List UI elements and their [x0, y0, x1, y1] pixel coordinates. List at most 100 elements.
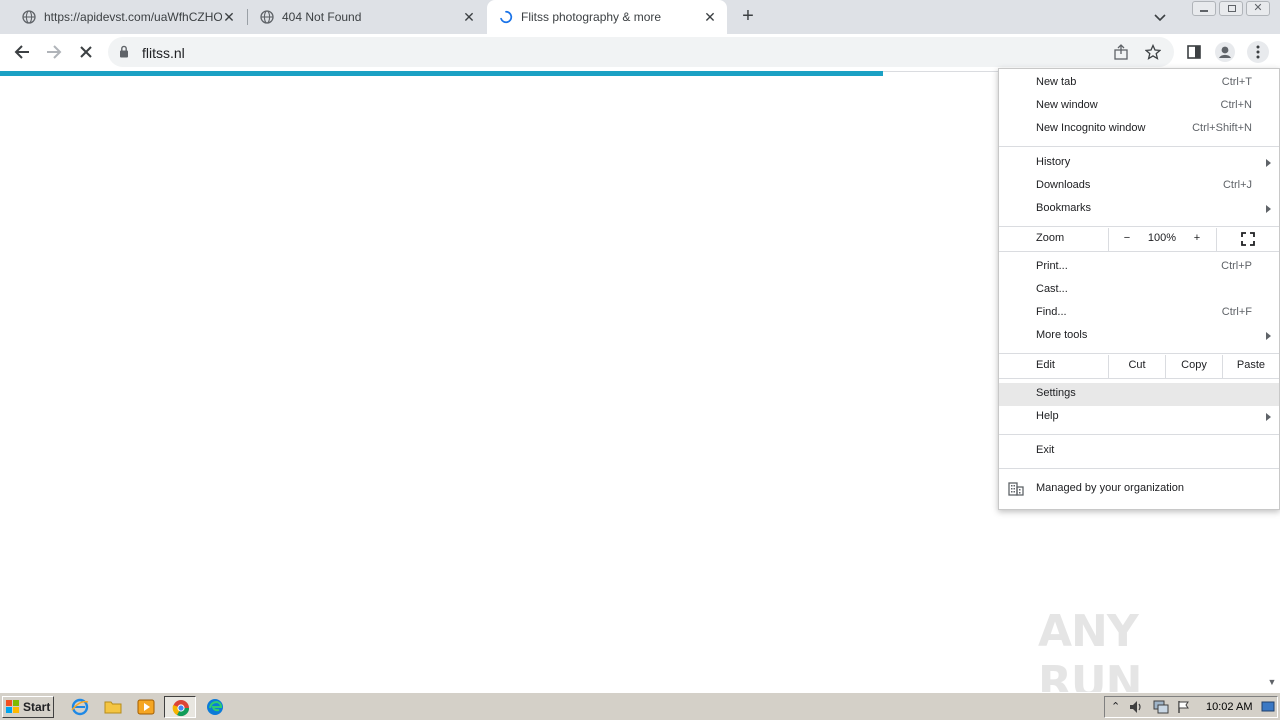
- menu-item-history[interactable]: History: [999, 152, 1279, 175]
- zoom-in-button[interactable]: +: [1187, 232, 1207, 244]
- tab-title: 404 Not Found: [282, 10, 362, 24]
- tab-404[interactable]: 404 Not Found ✕: [248, 0, 486, 34]
- menu-item-bookmarks[interactable]: Bookmarks: [999, 198, 1279, 221]
- menu-item-new-tab[interactable]: New tab Ctrl+T: [999, 72, 1279, 95]
- edit-label: Edit: [1036, 359, 1055, 371]
- network-icon[interactable]: [1153, 700, 1169, 717]
- close-tab-icon[interactable]: ✕: [462, 10, 476, 24]
- menu-row-zoom: Zoom − 100% +: [999, 228, 1279, 251]
- close-icon: [80, 46, 92, 58]
- show-hidden-icons-icon[interactable]: ⌃: [1111, 700, 1120, 713]
- browser-window: https://apidevst.com/uaWfhCZHOIP ✕ 404 N…: [0, 0, 1280, 708]
- menu-item-find[interactable]: Find... Ctrl+F: [999, 302, 1279, 325]
- browser-toolbar: flitss.nl: [0, 34, 1280, 71]
- restore-button[interactable]: [1219, 1, 1243, 16]
- menu-vertical-divider: [1216, 228, 1217, 251]
- menu-shortcut: Ctrl+J: [1222, 179, 1252, 191]
- menu-shortcut: Ctrl+P: [1221, 260, 1252, 272]
- chevron-down-icon[interactable]: [1152, 9, 1168, 25]
- menu-button[interactable]: [1247, 41, 1269, 63]
- start-button[interactable]: Start: [2, 696, 54, 718]
- tab-apidevst[interactable]: https://apidevst.com/uaWfhCZHOIP ✕: [0, 0, 246, 34]
- loading-progress-bar: [0, 71, 883, 76]
- close-tab-icon[interactable]: ✕: [222, 10, 236, 24]
- profile-avatar-icon[interactable]: [1214, 41, 1236, 63]
- menu-item-label: Managed by your organization: [1036, 482, 1184, 494]
- star-icon[interactable]: [1144, 43, 1162, 63]
- menu-item-label: History: [1036, 156, 1071, 168]
- menu-separator: [999, 251, 1279, 252]
- globe-icon: [260, 10, 274, 24]
- menu-item-label: More tools: [1036, 329, 1088, 341]
- menu-separator: [999, 353, 1279, 354]
- menu-item-print[interactable]: Print... Ctrl+P: [999, 256, 1279, 279]
- menu-item-label: Help: [1036, 410, 1059, 422]
- back-button[interactable]: [11, 41, 33, 63]
- menu-item-settings[interactable]: Settings: [999, 383, 1279, 406]
- menu-separator: [999, 226, 1279, 227]
- menu-item-label: New tab: [1036, 76, 1077, 88]
- tab-strip: https://apidevst.com/uaWfhCZHOIP ✕ 404 N…: [0, 0, 1280, 34]
- arrow-right-icon: [47, 45, 62, 59]
- menu-row-edit: Edit Cut Copy Paste: [999, 355, 1279, 378]
- menu-item-cast[interactable]: Cast...: [999, 279, 1279, 302]
- edge-icon[interactable]: [206, 698, 224, 716]
- speaker-icon[interactable]: [1129, 700, 1145, 717]
- address-bar[interactable]: flitss.nl: [108, 37, 1174, 67]
- close-tab-icon[interactable]: ✕: [703, 10, 717, 24]
- menu-shortcut: Ctrl+T: [1221, 76, 1252, 88]
- menu-item-label: New window: [1036, 99, 1098, 111]
- flag-icon[interactable]: [1177, 700, 1191, 717]
- file-explorer-icon[interactable]: [104, 698, 122, 716]
- chrome-icon: [172, 699, 190, 720]
- side-panel-icon[interactable]: [1183, 41, 1205, 63]
- start-label: Start: [23, 700, 51, 714]
- zoom-level: 100%: [1147, 232, 1177, 244]
- submenu-arrow-icon: [1266, 332, 1271, 340]
- tab-flitss[interactable]: Flitss photography & more ✕: [487, 0, 727, 34]
- menu-item-label: Find...: [1036, 306, 1067, 318]
- menu-item-new-window[interactable]: New window Ctrl+N: [999, 95, 1279, 118]
- menu-item-more-tools[interactable]: More tools: [999, 325, 1279, 348]
- menu-separator: [999, 146, 1279, 147]
- internet-explorer-icon[interactable]: [71, 698, 89, 716]
- zoom-out-button[interactable]: −: [1117, 232, 1137, 244]
- tab-title: https://apidevst.com/uaWfhCZHOIP: [44, 10, 222, 24]
- forward-button[interactable]: [43, 41, 65, 63]
- arrow-left-icon: [14, 45, 29, 59]
- cut-button[interactable]: Cut: [1109, 359, 1165, 371]
- building-icon: [1008, 482, 1024, 499]
- show-desktop-icon[interactable]: [1261, 700, 1275, 717]
- chrome-main-menu: New tab Ctrl+T New window Ctrl+N New Inc…: [998, 68, 1280, 510]
- more-vert-icon: [1256, 45, 1260, 59]
- restore-icon: [1228, 5, 1236, 12]
- menu-item-new-incognito[interactable]: New Incognito window Ctrl+Shift+N: [999, 118, 1279, 141]
- menu-shortcut: Ctrl+Shift+N: [1192, 122, 1252, 134]
- menu-item-help[interactable]: Help: [999, 406, 1279, 429]
- taskbar: Start ⌃ 10:02 AM: [0, 692, 1280, 720]
- new-tab-button[interactable]: +: [738, 6, 758, 27]
- chrome-taskbar-button[interactable]: [164, 696, 196, 718]
- fullscreen-icon[interactable]: [1241, 232, 1255, 249]
- menu-item-downloads[interactable]: Downloads Ctrl+J: [999, 175, 1279, 198]
- menu-item-label: Settings: [1036, 387, 1076, 399]
- minimize-icon: [1200, 10, 1208, 12]
- window-controls: ✕: [1189, 1, 1270, 16]
- taskbar-clock[interactable]: 10:02 AM: [1206, 701, 1252, 713]
- minimize-button[interactable]: [1192, 1, 1216, 16]
- url-text[interactable]: flitss.nl: [142, 45, 185, 61]
- lock-icon[interactable]: [119, 45, 129, 61]
- media-player-icon[interactable]: [137, 698, 155, 716]
- close-window-button[interactable]: ✕: [1246, 1, 1270, 16]
- submenu-arrow-icon: [1266, 205, 1271, 213]
- share-icon[interactable]: [1113, 44, 1129, 63]
- copy-button[interactable]: Copy: [1166, 359, 1222, 371]
- stop-loading-button[interactable]: [75, 41, 97, 63]
- menu-item-label: Exit: [1036, 444, 1055, 456]
- close-icon: ✕: [1253, 2, 1263, 14]
- menu-item-managed[interactable]: Managed by your organization: [999, 478, 1279, 501]
- menu-item-label: Print...: [1036, 260, 1068, 272]
- scroll-down-arrow-icon[interactable]: ▼: [1266, 676, 1278, 688]
- paste-button[interactable]: Paste: [1223, 359, 1279, 371]
- menu-item-exit[interactable]: Exit: [999, 440, 1279, 463]
